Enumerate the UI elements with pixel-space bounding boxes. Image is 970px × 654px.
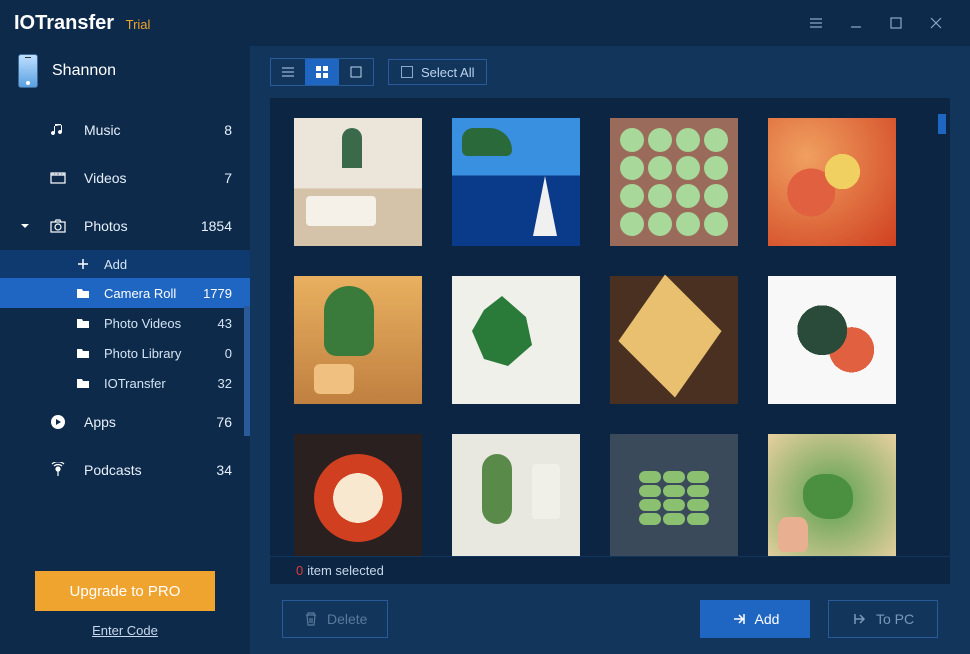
folder-icon [76,286,94,300]
nav-list: Music 8 Videos 7 Photos 1854 Add Camera [0,106,250,555]
titlebar: IOTransfer Trial [0,0,970,46]
app-name: IOTransfer [14,12,114,34]
device-header[interactable]: Shannon [0,46,250,106]
photo-thumbnail[interactable] [768,276,896,404]
view-mode-group [270,58,374,86]
photo-thumbnail[interactable] [294,118,422,246]
photo-thumbnail[interactable] [610,276,738,404]
nav-count: 1854 [201,218,232,234]
select-all-button[interactable]: Select All [388,59,487,85]
photos-add-button[interactable]: Add [0,250,250,278]
photo-thumbnail[interactable] [294,276,422,404]
gallery [270,98,950,556]
album-photo-videos[interactable]: Photo Videos 43 [0,308,250,338]
toolbar: Select All [250,46,970,98]
nav-label: Podcasts [84,462,216,478]
import-icon [731,611,747,627]
view-large-button[interactable] [339,59,373,85]
album-count: 0 [225,346,232,361]
selection-text: item selected [307,563,384,578]
nav-videos[interactable]: Videos 7 [0,154,250,202]
photo-thumbnail[interactable] [610,434,738,556]
album-photo-library[interactable]: Photo Library 0 [0,338,250,368]
gallery-scrollbar[interactable] [938,114,946,134]
album-label: Camera Roll [104,286,203,301]
add-label: Add [104,257,232,272]
selection-count: 0 [296,563,303,578]
add-button[interactable]: Add [700,600,810,638]
phone-icon [18,54,38,88]
photo-thumbnail[interactable] [768,118,896,246]
nav-label: Videos [84,170,224,186]
status-bar: 0 item selected [270,556,950,584]
folder-icon [76,346,94,360]
nav-count: 76 [216,414,232,430]
maximize-button[interactable] [876,7,916,39]
to-pc-label: To PC [876,611,914,627]
action-bar: Delete Add To PC [250,584,970,654]
album-iotransfer[interactable]: IOTransfer 32 [0,368,250,398]
album-count: 32 [218,376,232,391]
podcast-icon [50,462,74,478]
album-count: 1779 [203,286,232,301]
nav-label: Music [84,122,224,138]
sidebar-footer: Upgrade to PRO Enter Code [0,555,250,654]
nav-count: 8 [224,122,232,138]
nav-photos[interactable]: Photos 1854 [0,202,250,250]
device-name: Shannon [52,62,116,80]
minimize-button[interactable] [836,7,876,39]
trash-icon [303,611,319,627]
photo-thumbnail[interactable] [610,118,738,246]
view-grid-button[interactable] [305,59,339,85]
delete-label: Delete [327,611,367,627]
video-icon [50,170,74,186]
music-icon [50,122,74,138]
close-button[interactable] [916,7,956,39]
export-icon [852,611,868,627]
photo-thumbnail[interactable] [452,276,580,404]
view-list-button[interactable] [271,59,305,85]
album-label: Photo Videos [104,316,218,331]
camera-icon [50,218,74,234]
album-label: IOTransfer [104,376,218,391]
photo-thumbnail[interactable] [452,434,580,556]
nav-apps[interactable]: Apps 76 [0,398,250,446]
upgrade-button[interactable]: Upgrade to PRO [35,571,215,611]
enter-code-link[interactable]: Enter Code [92,623,158,638]
select-all-label: Select All [421,65,474,80]
sidebar: Shannon Music 8 Videos 7 Photos 1854 [0,46,250,654]
photo-thumbnail[interactable] [294,434,422,556]
nav-podcasts[interactable]: Podcasts 34 [0,446,250,494]
apps-icon [50,414,74,430]
chevron-down-icon [20,218,34,234]
delete-button[interactable]: Delete [282,600,388,638]
nav-label: Apps [84,414,216,430]
nav-count: 34 [216,462,232,478]
plus-icon [76,257,94,271]
album-camera-roll[interactable]: Camera Roll 1779 [0,278,250,308]
to-pc-button[interactable]: To PC [828,600,938,638]
menu-icon[interactable] [796,7,836,39]
folder-icon [76,376,94,390]
nav-label: Photos [84,218,201,234]
folder-icon [76,316,94,330]
photo-thumbnail[interactable] [768,434,896,556]
album-label: Photo Library [104,346,225,361]
app-logo: IOTransfer Trial [14,12,150,35]
nav-count: 7 [224,170,232,186]
photo-thumbnail[interactable] [452,118,580,246]
content-pane: Select All 0 item selected [250,46,970,654]
album-count: 43 [218,316,232,331]
app-edition: Trial [126,17,151,32]
nav-music[interactable]: Music 8 [0,106,250,154]
checkbox-icon [401,66,413,78]
add-label: Add [755,611,780,627]
sidebar-scrollbar[interactable] [244,306,250,436]
